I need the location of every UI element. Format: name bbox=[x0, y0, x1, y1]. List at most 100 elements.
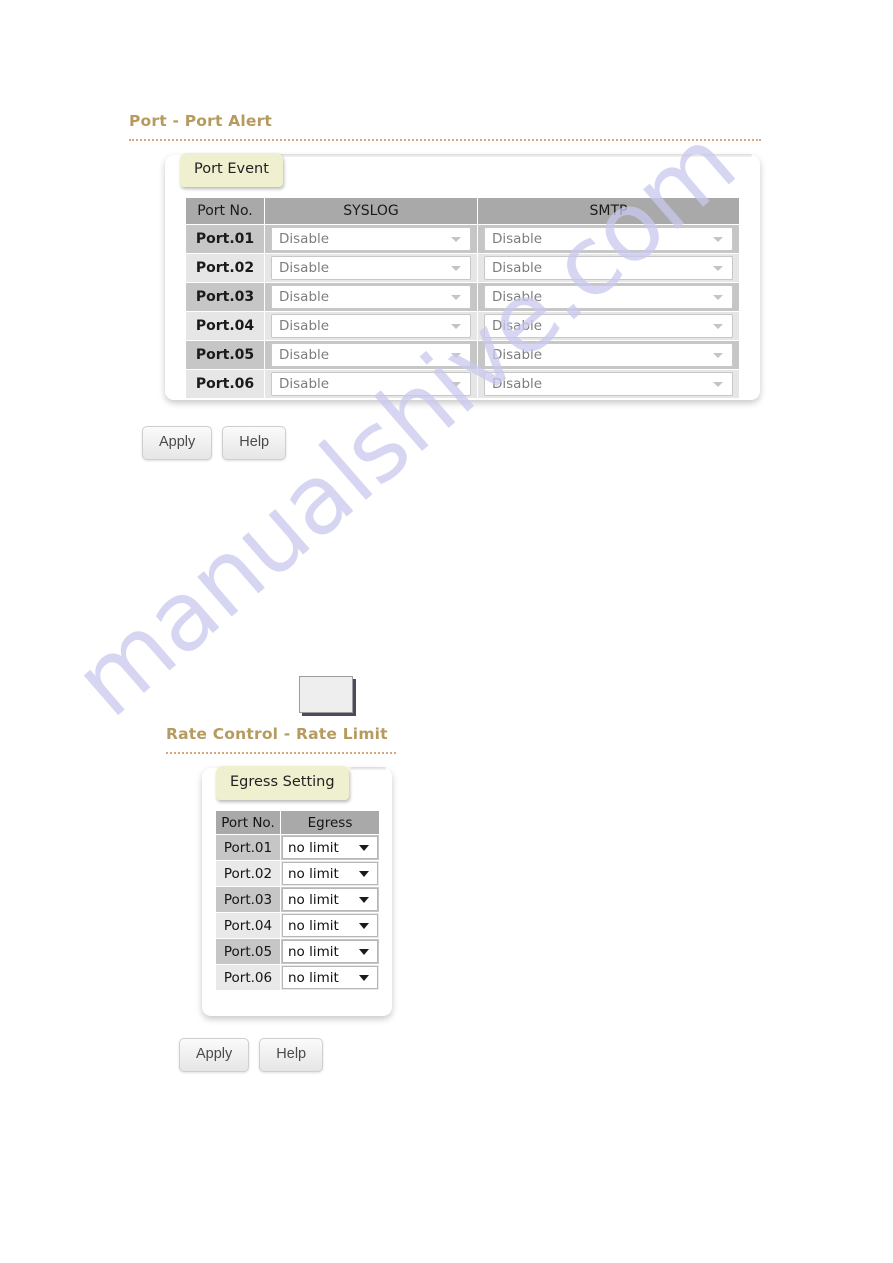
syslog-select-port05[interactable]: Disable bbox=[271, 343, 471, 367]
syslog-select-value: Disable bbox=[279, 260, 330, 276]
egress-select-port02[interactable]: no limit bbox=[282, 862, 378, 885]
syslog-select-value: Disable bbox=[279, 231, 330, 247]
cell-syslog: Disable bbox=[264, 282, 478, 312]
chevron-down-icon bbox=[359, 948, 369, 955]
cell-smtp: Disable bbox=[477, 311, 740, 341]
chevron-down-icon bbox=[359, 870, 369, 877]
chevron-down-icon bbox=[451, 294, 461, 300]
syslog-select-value: Disable bbox=[279, 289, 330, 305]
tab-egress-setting[interactable]: Egress Setting bbox=[216, 766, 349, 800]
chevron-down-icon bbox=[359, 974, 369, 981]
cell-port-no: Port.06 bbox=[185, 369, 265, 399]
cell-syslog: Disable bbox=[264, 253, 478, 283]
smtp-select-port04[interactable]: Disable bbox=[484, 314, 733, 338]
tab-egress-setting-label: Egress Setting bbox=[230, 774, 335, 790]
tab-port-event[interactable]: Port Event bbox=[180, 153, 283, 187]
egress-select-port04[interactable]: no limit bbox=[282, 914, 378, 937]
cell-port-no: Port.03 bbox=[215, 886, 281, 913]
cell-port-no: Port.01 bbox=[215, 834, 281, 861]
cell-smtp: Disable bbox=[477, 224, 740, 254]
cell-egress: no limit bbox=[280, 886, 380, 913]
col-header-port-no-2: Port No. bbox=[215, 810, 281, 835]
port-alert-button-row: Apply Help bbox=[142, 426, 287, 460]
cell-port-no: Port.04 bbox=[185, 311, 265, 341]
chevron-down-icon bbox=[359, 844, 369, 851]
egress-select-value: no limit bbox=[288, 943, 339, 960]
cell-port-no: Port.06 bbox=[215, 964, 281, 991]
chevron-down-icon bbox=[713, 352, 723, 358]
syslog-select-port01[interactable]: Disable bbox=[271, 227, 471, 251]
table-row: Port.05 Disable Disable bbox=[185, 340, 740, 370]
egress-select-port06[interactable]: no limit bbox=[282, 966, 378, 989]
rate-limit-button-row: Apply Help bbox=[179, 1038, 324, 1072]
egress-select-port01[interactable]: no limit bbox=[282, 836, 378, 859]
cell-smtp: Disable bbox=[477, 253, 740, 283]
chevron-down-icon bbox=[713, 381, 723, 387]
col-header-port-no: Port No. bbox=[185, 197, 265, 225]
cell-egress: no limit bbox=[280, 912, 380, 939]
cell-port-no: Port.03 bbox=[185, 282, 265, 312]
table-row: Port.03 no limit bbox=[215, 886, 380, 913]
help-button[interactable]: Help bbox=[222, 426, 287, 460]
tab-port-event-label: Port Event bbox=[194, 161, 269, 177]
section-rate-limit: Rate Control - Rate Limit bbox=[166, 725, 396, 754]
syslog-select-value: Disable bbox=[279, 376, 330, 392]
cell-syslog: Disable bbox=[264, 311, 478, 341]
egress-select-value: no limit bbox=[288, 839, 339, 856]
smtp-select-value: Disable bbox=[492, 289, 543, 305]
syslog-select-port02[interactable]: Disable bbox=[271, 256, 471, 280]
syslog-select-port06[interactable]: Disable bbox=[271, 372, 471, 396]
chevron-down-icon bbox=[713, 265, 723, 271]
cell-egress: no limit bbox=[280, 860, 380, 887]
cell-egress: no limit bbox=[280, 834, 380, 861]
chevron-down-icon bbox=[359, 922, 369, 929]
table-header-row: Port No. Egress bbox=[215, 810, 380, 835]
col-header-smtp: SMTP bbox=[477, 197, 740, 225]
smtp-select-port02[interactable]: Disable bbox=[484, 256, 733, 280]
panel-port-event: Port Event Port No. SYSLOG SMTP Port.01 … bbox=[165, 153, 760, 400]
table-row: Port.05 no limit bbox=[215, 938, 380, 965]
egress-select-port05[interactable]: no limit bbox=[282, 940, 378, 963]
chevron-down-icon bbox=[359, 896, 369, 903]
page-title-rate-limit: Rate Control - Rate Limit bbox=[166, 725, 388, 743]
apply-button[interactable]: Apply bbox=[179, 1038, 250, 1072]
chevron-down-icon bbox=[451, 352, 461, 358]
cell-smtp: Disable bbox=[477, 340, 740, 370]
apply-button[interactable]: Apply bbox=[142, 426, 213, 460]
chevron-down-icon bbox=[451, 323, 461, 329]
smtp-select-value: Disable bbox=[492, 318, 543, 334]
smtp-select-port01[interactable]: Disable bbox=[484, 227, 733, 251]
cell-smtp: Disable bbox=[477, 282, 740, 312]
cell-port-no: Port.01 bbox=[185, 224, 265, 254]
cell-port-no: Port.02 bbox=[215, 860, 281, 887]
panel-egress-setting: Egress Setting Port No. Egress Port.01 n… bbox=[202, 766, 392, 1016]
page-title-port-alert: Port - Port Alert bbox=[129, 112, 273, 130]
col-header-egress: Egress bbox=[280, 810, 380, 835]
table-row: Port.06 no limit bbox=[215, 964, 380, 991]
egress-select-value: no limit bbox=[288, 865, 339, 882]
help-button[interactable]: Help bbox=[259, 1038, 324, 1072]
port-alert-table: Port No. SYSLOG SMTP Port.01 Disable Dis… bbox=[185, 197, 740, 399]
syslog-select-port04[interactable]: Disable bbox=[271, 314, 471, 338]
blank-placeholder-box bbox=[299, 676, 353, 713]
smtp-select-value: Disable bbox=[492, 376, 543, 392]
egress-select-port03[interactable]: no limit bbox=[282, 888, 378, 911]
syslog-select-value: Disable bbox=[279, 318, 330, 334]
smtp-select-port03[interactable]: Disable bbox=[484, 285, 733, 309]
cell-syslog: Disable bbox=[264, 340, 478, 370]
syslog-select-port03[interactable]: Disable bbox=[271, 285, 471, 309]
cell-syslog: Disable bbox=[264, 224, 478, 254]
smtp-select-port05[interactable]: Disable bbox=[484, 343, 733, 367]
chevron-down-icon bbox=[451, 236, 461, 242]
smtp-select-value: Disable bbox=[492, 231, 543, 247]
panel-top-rule-2 bbox=[350, 767, 386, 770]
cell-port-no: Port.05 bbox=[215, 938, 281, 965]
smtp-select-port06[interactable]: Disable bbox=[484, 372, 733, 396]
table-row: Port.04 Disable Disable bbox=[185, 311, 740, 341]
chevron-down-icon bbox=[713, 236, 723, 242]
table-row: Port.02 Disable Disable bbox=[185, 253, 740, 283]
table-row: Port.04 no limit bbox=[215, 912, 380, 939]
cell-egress: no limit bbox=[280, 964, 380, 991]
smtp-select-value: Disable bbox=[492, 260, 543, 276]
cell-port-no: Port.04 bbox=[215, 912, 281, 939]
